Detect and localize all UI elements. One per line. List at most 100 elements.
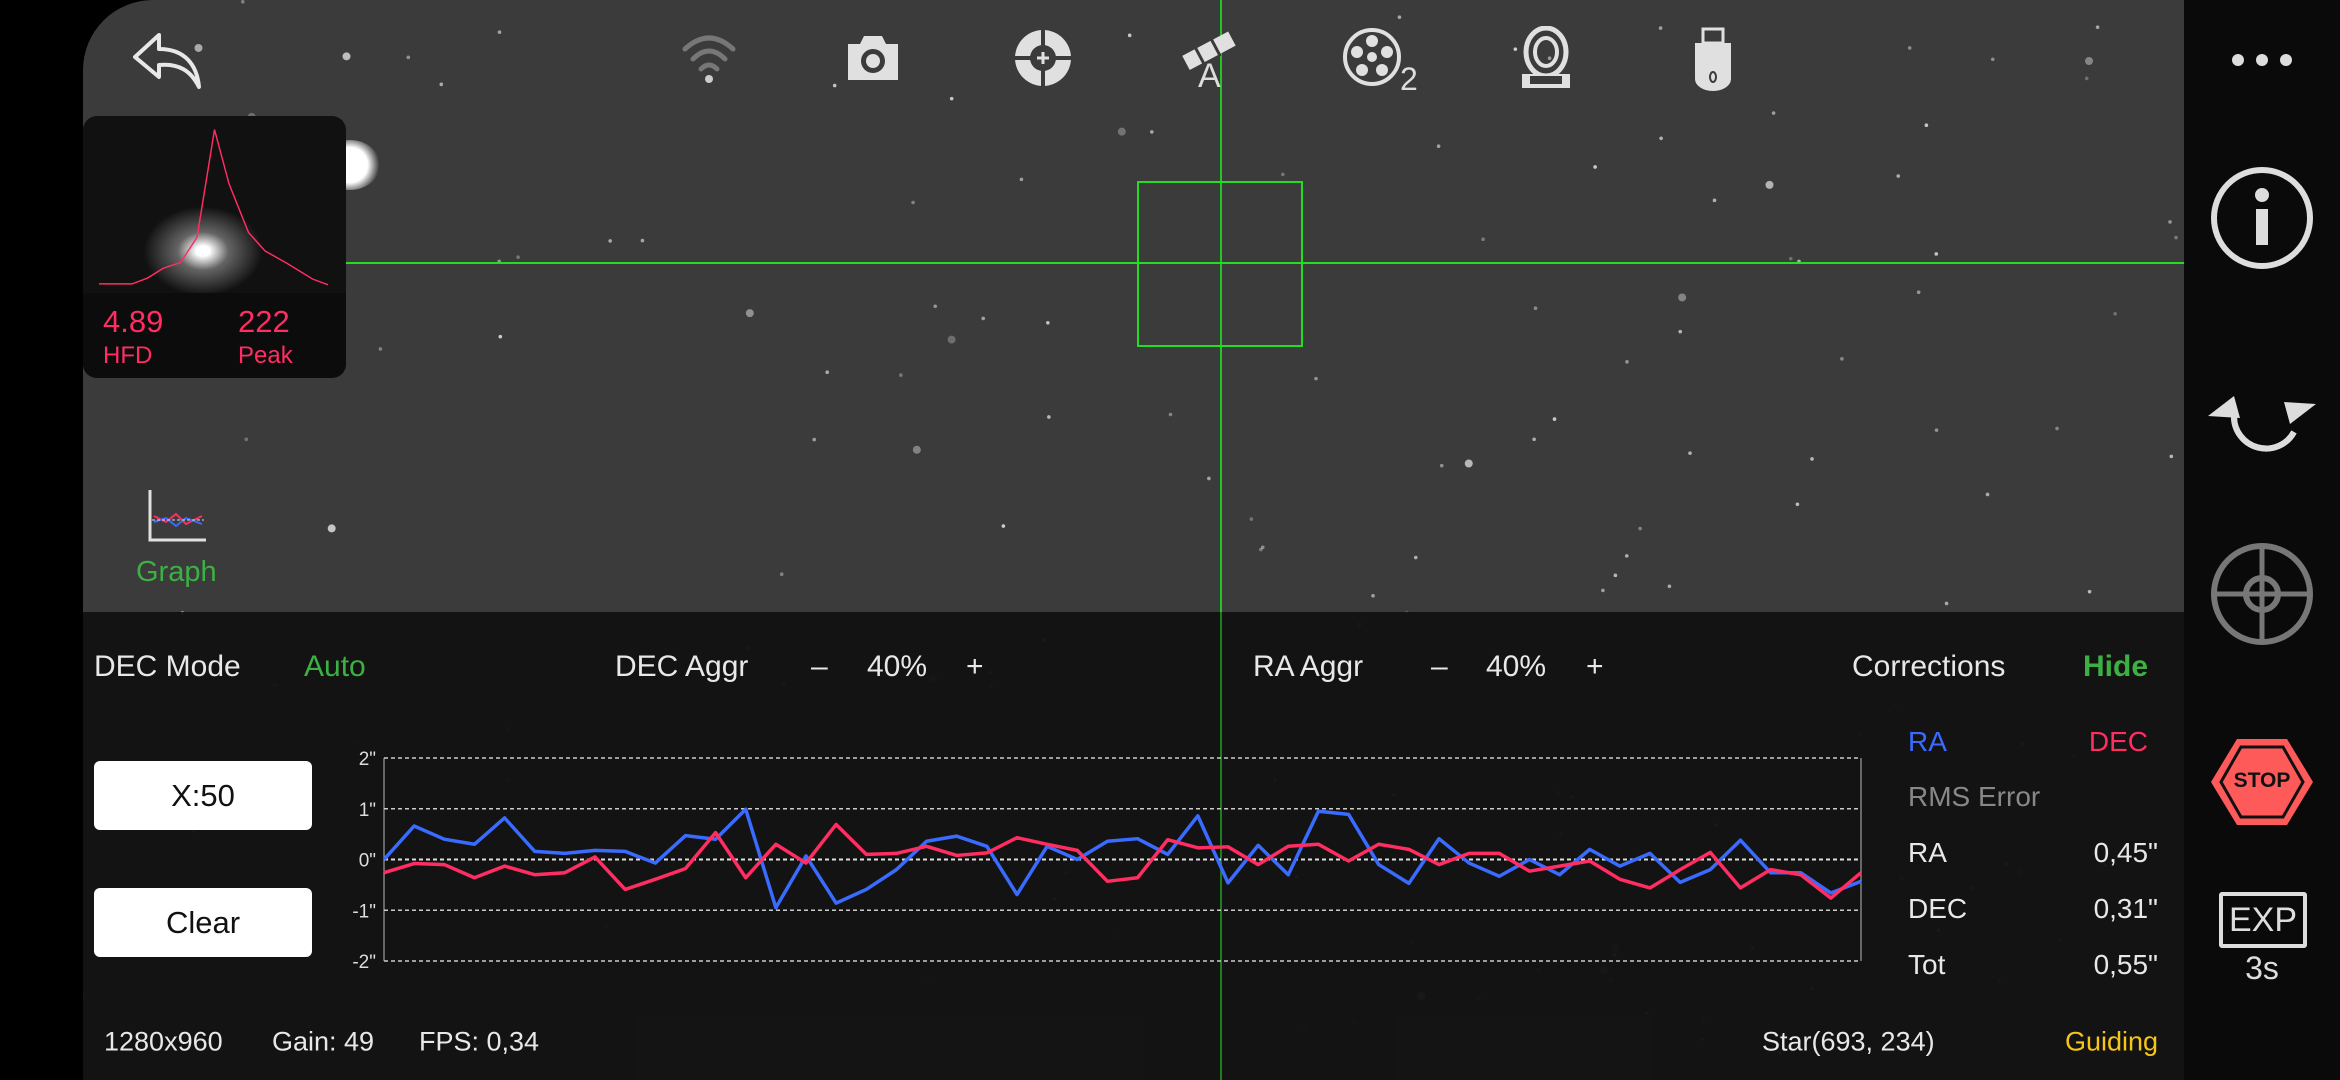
star (1771, 111, 1776, 115)
ra-aggr-value: 40% (1486, 650, 1547, 683)
y-tick-label: 1" (359, 800, 376, 821)
star (1127, 33, 1132, 38)
hfd-label: HFD (103, 342, 153, 369)
star (1667, 584, 1672, 589)
guiding-graph: 2" 1" 0" -1" -2" (352, 749, 1863, 973)
back-icon[interactable] (129, 29, 205, 91)
star (608, 239, 612, 243)
star (1985, 492, 1990, 497)
ra-aggr-decrease-button[interactable]: – (1431, 650, 1448, 684)
star (1371, 594, 1375, 598)
hfd-panel[interactable]: 4.89 HFD 222 Peak (83, 116, 346, 378)
star (1019, 177, 1024, 182)
star (1047, 415, 1051, 419)
star (498, 334, 503, 339)
y-tick-label: 0" (359, 851, 376, 872)
guide-icon[interactable] (1013, 28, 1073, 88)
gain-status: Gain: 49 (272, 1026, 375, 1057)
peak-label: Peak (238, 342, 293, 369)
star (1601, 588, 1605, 593)
telescope-badge: A (1198, 57, 1221, 95)
star (1659, 136, 1663, 141)
fps-status: FPS: 0,34 (419, 1026, 540, 1057)
star (1765, 180, 1774, 189)
star (1249, 517, 1254, 521)
star (1397, 15, 1402, 20)
star (1658, 26, 1663, 30)
star (1934, 428, 1939, 432)
star (2085, 56, 2094, 65)
ra-aggr-label: RA Aggr (1253, 650, 1364, 683)
star (342, 52, 351, 61)
clear-button[interactable]: Clear (94, 888, 312, 957)
rms-ra-value: 0,45" (2093, 837, 2158, 868)
star (1436, 144, 1441, 149)
wifi-icon[interactable] (679, 31, 739, 85)
series-line-dec (383, 822, 1863, 900)
star (516, 255, 520, 260)
star (1625, 360, 1629, 364)
more-icon[interactable] (2230, 52, 2294, 68)
ra-aggr-increase-button[interactable]: + (1586, 650, 1604, 684)
star (1413, 555, 1418, 560)
star (981, 316, 986, 321)
info-icon[interactable] (2209, 165, 2315, 271)
dec-mode-value[interactable]: Auto (304, 650, 366, 684)
star (2169, 454, 2174, 459)
focuser-icon[interactable] (1518, 26, 1574, 90)
star (2174, 235, 2178, 240)
star (1513, 47, 1518, 51)
star (2168, 220, 2172, 224)
corrections-toggle[interactable]: Hide (2083, 650, 2148, 684)
exposure-label: EXP (2219, 892, 2307, 948)
guide-star-box[interactable] (1137, 181, 1303, 347)
star (1207, 476, 1211, 481)
graph-toggle[interactable]: Graph (130, 488, 230, 588)
star (1678, 329, 1683, 334)
star (439, 82, 444, 87)
star (745, 309, 754, 318)
star (244, 437, 249, 442)
star (1481, 237, 1485, 241)
star (1638, 526, 1642, 531)
star (1439, 463, 1444, 468)
star (2095, 25, 2100, 30)
star (327, 524, 336, 533)
star (2055, 426, 2059, 431)
usb-icon[interactable] (1691, 27, 1735, 93)
star-position-status: Star(693, 234) (1762, 1026, 1935, 1057)
star (1281, 172, 1285, 177)
star (1552, 417, 1557, 421)
star (1532, 437, 1536, 442)
camera-icon[interactable] (844, 32, 902, 84)
graph-label: Graph (136, 556, 217, 588)
star (911, 200, 915, 205)
filter-wheel-icon[interactable]: 2 (1342, 27, 1426, 97)
peak-value: 222 (238, 304, 290, 339)
y-tick-label: 2" (359, 749, 376, 770)
x-scale-button[interactable]: X:50 (94, 761, 312, 830)
star (1678, 293, 1687, 302)
star (899, 373, 903, 377)
exposure-button[interactable]: EXP 3s (2217, 892, 2307, 992)
star (1150, 130, 1154, 134)
star (1712, 198, 1717, 203)
star (1168, 412, 1173, 417)
stop-button[interactable]: STOP (2209, 737, 2315, 827)
star (912, 445, 921, 454)
star (1314, 376, 1318, 381)
star (1117, 127, 1126, 136)
rms-dec-label: DEC (1908, 893, 1968, 924)
target-icon[interactable] (2209, 541, 2315, 647)
star (640, 238, 645, 243)
dec-aggr-increase-button[interactable]: + (966, 650, 984, 684)
dec-aggr-decrease-button[interactable]: – (811, 650, 828, 684)
star (406, 55, 411, 60)
stop-label: STOP (2233, 769, 2291, 792)
star (497, 30, 502, 34)
star (1613, 573, 1618, 578)
loop-icon[interactable] (2204, 360, 2320, 460)
star (1907, 46, 1912, 50)
telescope-icon[interactable]: A (1174, 23, 1244, 95)
star (812, 437, 817, 442)
